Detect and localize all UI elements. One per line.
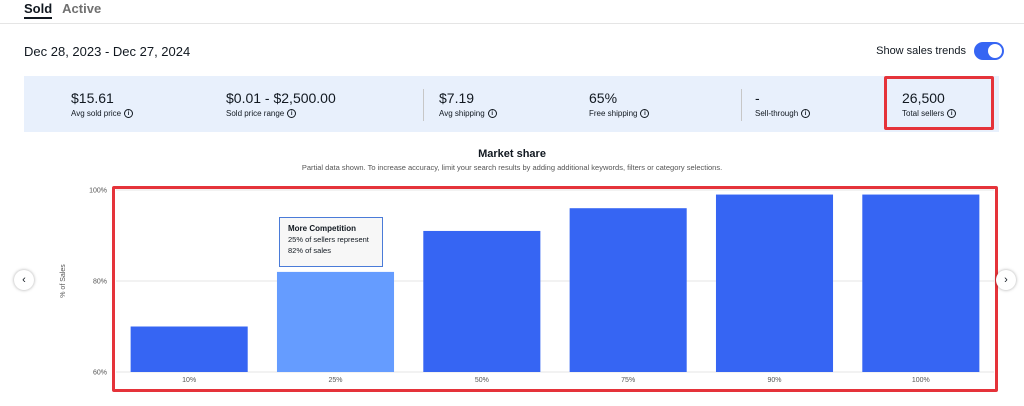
- chart-next-button[interactable]: ›: [996, 270, 1016, 290]
- y-tick-label: 60%: [93, 370, 107, 377]
- y-tick-label: 100%: [89, 188, 107, 195]
- tooltip-line: 25% of sellers represent: [288, 235, 369, 244]
- chevron-right-icon: ›: [1004, 274, 1008, 286]
- tooltip-line: 82% of sales: [288, 246, 331, 255]
- tooltip-title: More Competition: [288, 224, 356, 233]
- chart-highlight-frame: [112, 186, 998, 392]
- y-tick-label: 80%: [93, 279, 107, 286]
- chart-tooltip: More Competition 25% of sellers represen…: [279, 217, 383, 267]
- y-axis-label: % of Sales: [60, 264, 67, 298]
- chart-prev-button[interactable]: ‹: [14, 270, 34, 290]
- chevron-left-icon: ‹: [22, 274, 26, 286]
